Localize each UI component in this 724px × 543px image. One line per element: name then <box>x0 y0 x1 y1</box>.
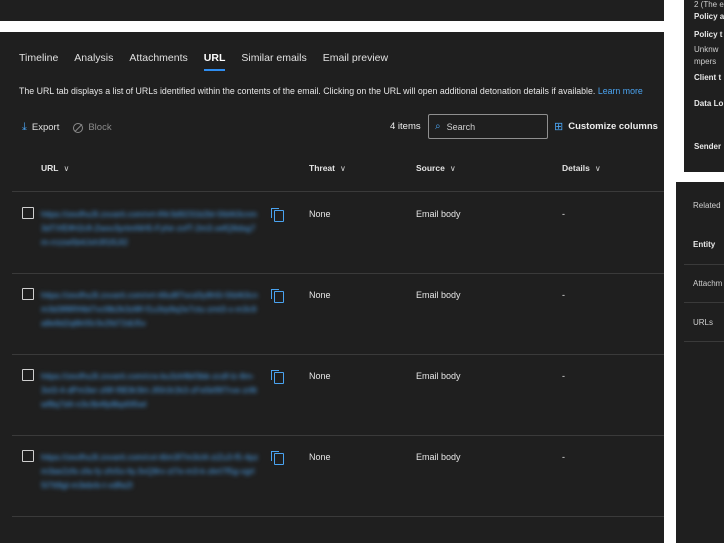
tab-email-preview[interactable]: Email preview <box>323 52 388 70</box>
search-placeholder: Search <box>446 121 476 132</box>
toolbar: ⤓ Export Block <box>22 121 126 134</box>
column-header-source[interactable]: Source ∨ <box>416 163 456 173</box>
related-item-attachments[interactable]: Attachm <box>693 279 722 288</box>
tab-analysis[interactable]: Analysis <box>74 52 113 70</box>
detail-label: Policy a <box>694 12 724 21</box>
detail-text: mpers <box>694 57 717 66</box>
email-details-panel: 2 (The e Policy a Policy t Unknw mpers C… <box>684 0 724 172</box>
row-checkbox[interactable] <box>22 288 34 300</box>
url-panel: Timeline Analysis Attachments URL Simila… <box>0 32 664 543</box>
table-row[interactable]: https://zexfhu3l.zxvarti.com/cvt-t6m3f7m… <box>12 435 664 517</box>
detail-label: Client t <box>694 73 722 82</box>
column-header-details-label: Details <box>562 163 590 173</box>
copy-icon[interactable] <box>271 208 284 222</box>
tab-url[interactable]: URL <box>203 52 225 71</box>
description-text: The URL tab displays a list of URLs iden… <box>19 86 596 96</box>
chevron-down-icon: ∨ <box>63 163 70 173</box>
tab-attachments[interactable]: Attachments <box>129 52 187 70</box>
details-cell: - <box>562 209 565 219</box>
table-row[interactable]: https://zexfhu3l.zxvarti.com/vrt-t6lu8f7… <box>12 273 664 355</box>
divider <box>684 341 724 342</box>
url-link[interactable]: https://zexfhu3l.zxvarti.com/vrt-lf4r3d9… <box>41 207 259 249</box>
details-cell: - <box>562 371 565 381</box>
top-card-strip <box>0 0 664 21</box>
source-cell: Email body <box>416 290 461 300</box>
block-icon <box>73 122 84 133</box>
threat-cell: None <box>309 290 331 300</box>
source-cell: Email body <box>416 209 461 219</box>
search-icon: ⌕ <box>435 121 441 132</box>
copy-icon[interactable] <box>271 289 284 303</box>
customize-columns-button[interactable]: ⊞ Customize columns <box>554 120 658 133</box>
chevron-down-icon: ∨ <box>339 163 346 173</box>
chevron-down-icon: ∨ <box>449 163 456 173</box>
table-row[interactable]: https://zexfhu3l.zxvarti.com/vrt-lf4r3d9… <box>12 192 664 274</box>
details-cell: - <box>562 452 565 462</box>
divider <box>684 302 724 303</box>
learn-more-link[interactable]: Learn more <box>598 86 643 96</box>
columns-icon: ⊞ <box>554 121 564 133</box>
search-input[interactable]: ⌕ Search <box>428 114 548 139</box>
tab-bar: Timeline Analysis Attachments URL Simila… <box>19 52 404 71</box>
table-row[interactable]: https://zexfhu3l.zxvarti.com/cra-bu3zlr8… <box>12 354 664 436</box>
threat-cell: None <box>309 452 331 462</box>
export-button[interactable]: ⤓ Export <box>22 121 59 134</box>
detail-label: Policy t <box>694 30 723 39</box>
detail-text: 2 (The e <box>694 0 724 9</box>
tab-similar-emails[interactable]: Similar emails <box>241 52 306 70</box>
threat-cell: None <box>309 371 331 381</box>
detail-text: Unknw <box>694 45 719 54</box>
url-link[interactable]: https://zexfhu3l.zxvarti.com/vrt-t6lu8f7… <box>41 288 259 330</box>
related-item-urls[interactable]: URLs <box>693 318 713 327</box>
related-entities-panel: Related Entity Attachm URLs <box>676 182 724 543</box>
column-header-url-label: URL <box>41 163 59 173</box>
details-cell: - <box>562 290 565 300</box>
url-tab-description: The URL tab displays a list of URLs iden… <box>19 86 643 96</box>
export-label: Export <box>31 122 60 133</box>
detail-label: Sender <box>694 142 722 151</box>
entity-header[interactable]: Entity <box>693 240 715 249</box>
block-button[interactable]: Block <box>73 122 112 133</box>
copy-icon[interactable] <box>271 451 284 465</box>
related-heading: Related <box>693 201 721 210</box>
block-label: Block <box>88 122 112 133</box>
row-checkbox[interactable] <box>22 450 34 462</box>
column-header-threat-label: Threat <box>309 163 335 173</box>
column-header-url[interactable]: URL ∨ <box>41 163 69 173</box>
threat-cell: None <box>309 209 331 219</box>
tab-timeline[interactable]: Timeline <box>19 52 58 70</box>
row-checkbox[interactable] <box>22 369 34 381</box>
column-header-threat[interactable]: Threat ∨ <box>309 163 346 173</box>
items-count: 4 items <box>390 121 421 132</box>
url-link[interactable]: https://zexfhu3l.zxvarti.com/cra-bu3zlr8… <box>41 369 259 411</box>
customize-columns-label: Customize columns <box>568 121 658 132</box>
column-header-details[interactable]: Details ∨ <box>562 163 601 173</box>
download-icon: ⤓ <box>22 121 27 133</box>
url-link[interactable]: https://zexfhu3l.zxvarti.com/cvt-t6m3f7m… <box>41 450 259 492</box>
copy-icon[interactable] <box>271 370 284 384</box>
divider <box>684 264 724 265</box>
column-header-source-label: Source <box>416 163 445 173</box>
row-checkbox[interactable] <box>22 207 34 219</box>
source-cell: Email body <box>416 452 461 462</box>
chevron-down-icon: ∨ <box>594 163 601 173</box>
detail-label: Data Lo <box>694 99 724 108</box>
source-cell: Email body <box>416 371 461 381</box>
